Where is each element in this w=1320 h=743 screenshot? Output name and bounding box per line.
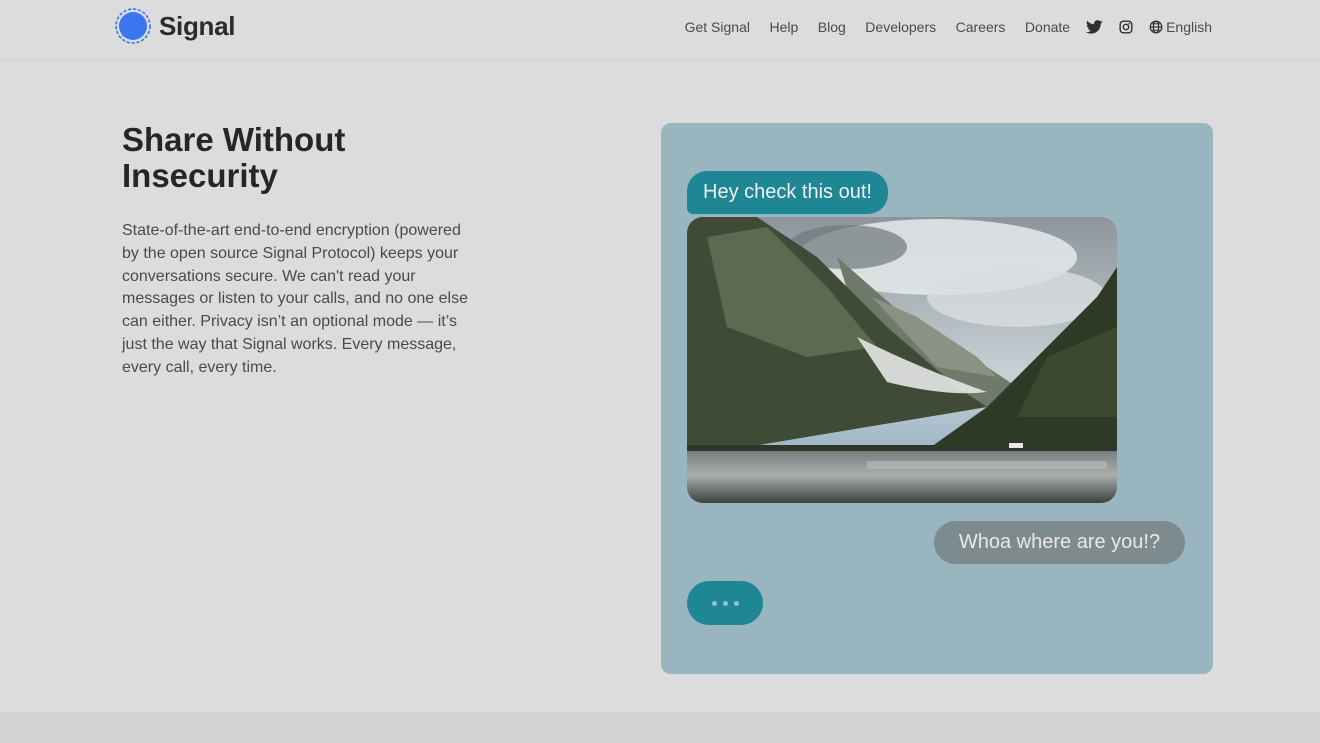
brand-name: Signal [159,10,236,41]
section-description: State-of-the-art end-to-end encryption (… [122,222,468,376]
typing-dots-icon [687,581,763,625]
section-title: Share Without Insecurity [122,121,346,194]
signal-logo-icon [115,8,151,44]
twitter-icon[interactable] [1086,20,1103,34]
signal-logo-link[interactable]: Signal [114,7,236,45]
language-label: English [1166,19,1212,35]
typing-dot [733,600,739,606]
nav-get-signal[interactable]: Get Signal [685,17,750,37]
instagram-icon[interactable] [1119,20,1133,34]
nav-donate[interactable]: Donate [1025,17,1070,37]
next-section-edge [0,712,1320,743]
typing-dot [722,600,728,606]
nav-developers[interactable]: Developers [865,17,936,37]
typing-dot [711,600,717,606]
chat-illustration: Hey check this out! Whoa where are you!? [661,123,1213,674]
main-nav: Get Signal Help Blog Developers Careers … [685,17,1212,37]
outgoing-message-bubble: Whoa where are you!? [934,521,1185,564]
mountain-lake-photo [687,217,1117,503]
nav-help[interactable]: Help [769,17,798,37]
site-header: Signal Get Signal Help Blog Developers C… [0,0,1320,60]
nav-careers[interactable]: Careers [956,17,1006,37]
globe-icon [1149,20,1163,34]
nav-blog[interactable]: Blog [818,17,846,37]
language-selector[interactable]: English [1149,19,1212,35]
incoming-message-bubble: Hey check this out! [687,171,888,214]
